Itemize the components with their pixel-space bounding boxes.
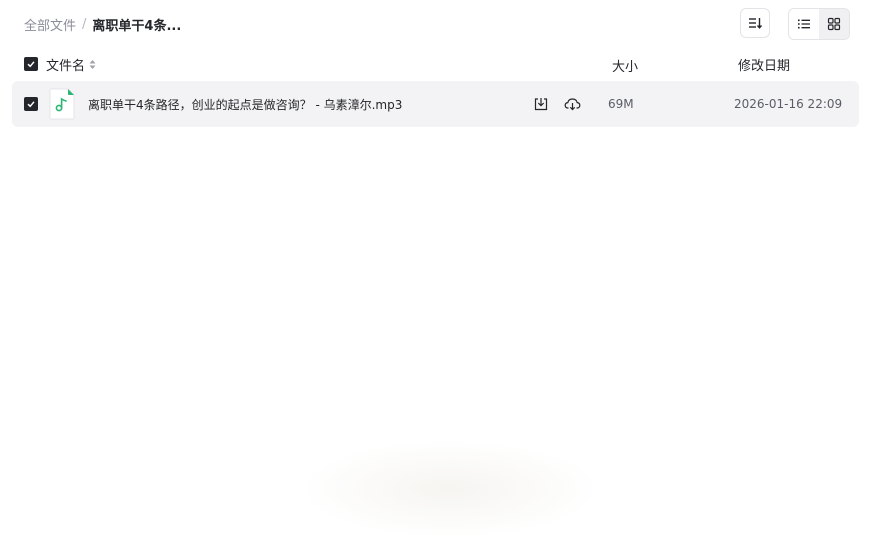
row-checkbox[interactable] (24, 97, 38, 111)
date-column-header[interactable]: 修改日期 (738, 55, 790, 74)
decorative-glow (300, 440, 600, 538)
sort-toggle-icon[interactable] (89, 59, 96, 70)
table-row[interactable]: 离职单干4条路径，创业的起点是做咨询？ - 乌素漳尔.mp3 69M 2026-… (12, 81, 859, 127)
sort-button[interactable] (740, 8, 770, 38)
grid-view-button[interactable] (819, 9, 849, 39)
breadcrumb-separator: / (82, 16, 87, 32)
name-column-header[interactable]: 文件名 (46, 55, 96, 74)
save-to-cloud-button[interactable] (563, 95, 581, 113)
breadcrumb-current: 离职单干4条... (92, 18, 182, 34)
file-modified-date: 2026-01-16 22:09 (734, 97, 843, 111)
file-size: 69M (608, 97, 634, 111)
check-icon (27, 61, 35, 68)
view-toggle (788, 8, 850, 40)
table-header: 文件名 大小 修改日期 (0, 52, 874, 76)
file-browser: 全部文件 / 离职单干4条... 文件名 大小 修改日期 离职单干4条路径，创业… (0, 0, 874, 538)
file-name[interactable]: 离职单干4条路径，创业的起点是做咨询？ - 乌素漳尔.mp3 (88, 96, 402, 113)
cloud-save-icon (564, 98, 580, 111)
grid-view-icon (827, 17, 841, 31)
download-button[interactable] (532, 95, 550, 113)
select-all-checkbox[interactable] (24, 57, 38, 71)
breadcrumb: 全部文件 / 离职单干4条... (24, 14, 181, 34)
check-icon (27, 101, 35, 108)
name-column-label: 文件名 (46, 59, 86, 74)
list-view-button[interactable] (789, 9, 819, 39)
size-column-header[interactable]: 大小 (612, 56, 638, 75)
breadcrumb-root-link[interactable]: 全部文件 (24, 15, 76, 34)
download-icon (534, 98, 548, 111)
list-view-icon (798, 19, 810, 29)
audio-file-icon (49, 88, 75, 120)
sort-icon (749, 18, 763, 29)
